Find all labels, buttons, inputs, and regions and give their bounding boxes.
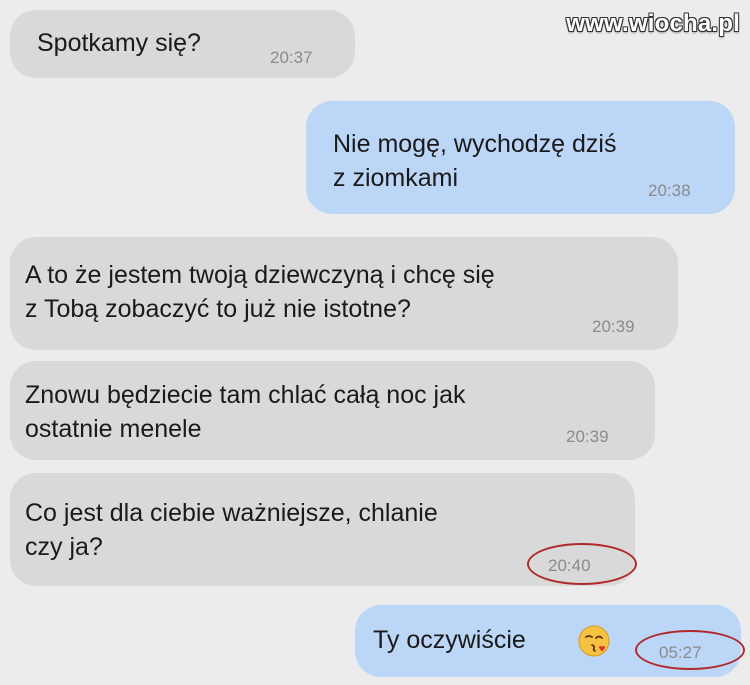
message-time: 20:39 <box>566 427 609 446</box>
message-bubble-outgoing: Nie mogę, wychodzę dziś z ziomkami 20:38 <box>306 101 735 214</box>
message-bubble-incoming: A to że jestem twoją dziewczyną i chcę s… <box>10 237 678 350</box>
message-time: 20:38 <box>648 181 691 200</box>
message-text: Ty oczywiście <box>373 626 526 654</box>
message-time: 20:39 <box>592 317 635 336</box>
message-bubble-incoming: Spotkamy się? 20:37 <box>10 10 355 78</box>
highlight-circle <box>635 630 745 670</box>
kissing-face-icon <box>578 625 610 657</box>
message-bubble-outgoing: Ty oczywiście 05:27 <box>355 605 745 677</box>
message-text: Co jest dla ciebie ważniejsze, chlanie c… <box>25 499 438 561</box>
watermark: www.wiocha.pl <box>566 10 740 37</box>
message-text: Znowu będziecie tam chlać całą noc jak o… <box>25 381 466 443</box>
message-text: A to że jestem twoją dziewczyną i chcę s… <box>25 261 495 323</box>
message-text: Nie mogę, wychodzę dziś z ziomkami <box>333 130 617 192</box>
message-bubble-incoming: Co jest dla ciebie ważniejsze, chlanie c… <box>10 473 637 586</box>
message-time: 20:37 <box>270 48 313 67</box>
highlight-circle <box>527 543 637 585</box>
message-bubble-incoming: Znowu będziecie tam chlać całą noc jak o… <box>10 361 655 460</box>
message-text: Spotkamy się? <box>37 29 201 57</box>
